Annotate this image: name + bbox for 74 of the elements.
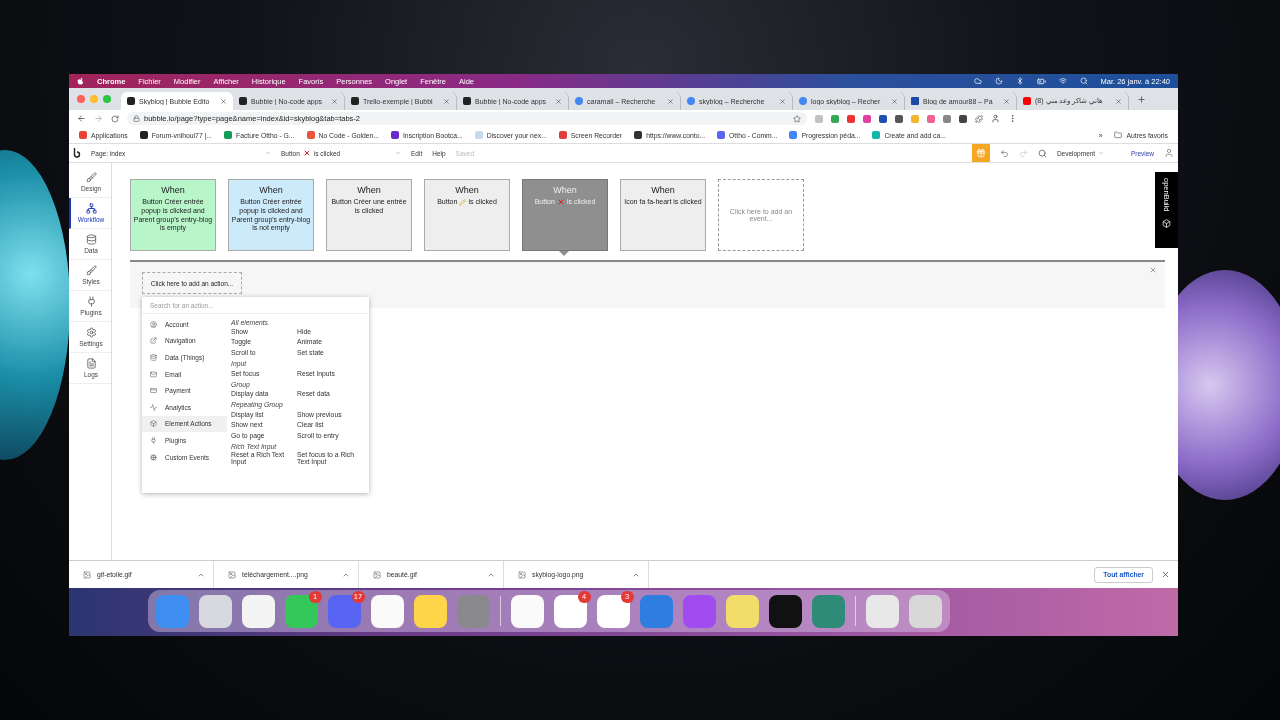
user-icon <box>150 320 157 328</box>
plug-icon <box>150 436 157 444</box>
app-icon[interactable] <box>510 594 544 628</box>
avatar-icon[interactable] <box>991 114 1000 123</box>
back-icon[interactable] <box>77 114 86 123</box>
favicon-icon <box>463 97 471 105</box>
file-icon <box>83 570 91 579</box>
app-icon[interactable] <box>241 594 275 628</box>
search-icon[interactable] <box>1079 77 1088 85</box>
undo-icon[interactable] <box>999 148 1009 158</box>
cross-icon <box>556 198 565 207</box>
favicon-icon <box>799 97 807 105</box>
file-icon <box>518 570 526 579</box>
external-link-icon <box>150 337 157 345</box>
close-icon[interactable] <box>220 97 227 105</box>
gift-icon <box>975 148 986 158</box>
folder-icon <box>1114 131 1123 139</box>
bluetooth-icon[interactable] <box>1015 77 1024 85</box>
activity-icon <box>150 403 157 411</box>
lock-icon <box>133 115 140 122</box>
favicon-icon <box>575 97 583 105</box>
favicon-icon <box>127 97 135 105</box>
close-icon[interactable] <box>667 97 674 105</box>
hierarchy-icon <box>85 203 97 214</box>
battery-icon[interactable] <box>1036 76 1046 86</box>
close-icon[interactable] <box>1115 97 1122 105</box>
moon-icon[interactable] <box>994 77 1003 85</box>
favicon-icon <box>911 97 919 105</box>
star-icon[interactable] <box>793 114 801 123</box>
caret-icon <box>265 150 271 156</box>
plug-icon <box>85 296 97 307</box>
caret-icon <box>395 150 401 156</box>
close-window-icon[interactable] <box>77 95 85 103</box>
cross-icon <box>302 149 311 157</box>
database-icon <box>85 234 97 245</box>
close-icon[interactable] <box>1161 570 1170 579</box>
search-icon[interactable] <box>1037 148 1047 158</box>
favicon-icon <box>687 97 695 105</box>
reload-icon[interactable] <box>111 114 119 123</box>
favicon-icon <box>239 97 247 105</box>
document-icon <box>85 358 97 369</box>
close-icon[interactable] <box>1003 97 1010 105</box>
file-icon <box>373 570 381 579</box>
close-icon[interactable] <box>443 97 450 105</box>
brush-icon <box>85 265 97 276</box>
menu-icon[interactable] <box>1008 114 1017 123</box>
favicon-icon <box>351 97 359 105</box>
box-icon <box>150 420 157 428</box>
card-icon <box>150 387 157 395</box>
pencil-icon <box>459 198 467 206</box>
file-icon <box>228 570 236 579</box>
close-icon[interactable] <box>555 97 562 105</box>
forward-icon[interactable] <box>94 114 103 123</box>
app-icon[interactable] <box>768 594 802 628</box>
mail-icon <box>150 370 157 378</box>
bubble-logo-icon[interactable] <box>73 148 81 158</box>
new-tab-icon[interactable] <box>1137 94 1146 104</box>
close-icon[interactable] <box>779 97 786 105</box>
wifi-icon[interactable] <box>1058 77 1067 85</box>
close-icon[interactable] <box>891 97 898 105</box>
database-icon <box>150 354 157 361</box>
caret-icon <box>1098 150 1105 156</box>
gears-icon <box>150 453 157 461</box>
close-icon[interactable] <box>331 97 338 105</box>
maximize-window-icon[interactable] <box>103 95 111 103</box>
gift-button[interactable] <box>971 144 990 162</box>
cloud-icon[interactable] <box>973 77 982 85</box>
puzzle-icon[interactable] <box>975 114 983 123</box>
apple-icon[interactable] <box>77 77 84 85</box>
gear-icon <box>85 327 97 338</box>
favicon-icon <box>1023 97 1031 105</box>
app-icon[interactable] <box>370 594 404 628</box>
avatar-icon[interactable] <box>1164 148 1174 158</box>
close-icon[interactable] <box>1149 266 1157 274</box>
